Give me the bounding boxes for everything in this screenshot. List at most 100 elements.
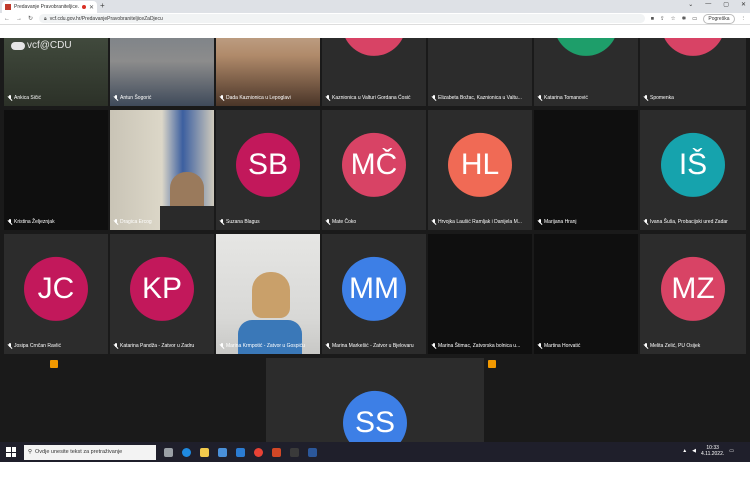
muted-mic-icon — [220, 95, 224, 101]
store-icon[interactable] — [218, 447, 227, 457]
video-conference-grid: Ankica Sičić Antun Šogorić Dada Kaznioni… — [0, 38, 750, 462]
lock-icon: 🔒︎ — [44, 15, 47, 22]
muted-mic-icon — [220, 343, 224, 349]
muted-mic-icon — [432, 95, 436, 101]
clock[interactable]: 10:33 4.11.2022. — [701, 445, 724, 457]
tab-title: Predavanje Pravobraniteljice... — [14, 4, 79, 10]
chrome-icon[interactable] — [254, 447, 263, 457]
participant-avatar — [554, 38, 618, 56]
muted-mic-icon — [644, 343, 648, 349]
sidebar-icon[interactable]: ▭ — [692, 16, 697, 22]
participant-tile[interactable]: Marina Štimac, Zatvorska bolnica u... — [428, 234, 532, 354]
network-icon[interactable]: ▲ — [682, 448, 687, 454]
participant-name-bar: Suzana Blagus — [220, 219, 260, 225]
muted-mic-icon — [8, 95, 12, 101]
forward-arrow-icon[interactable]: → — [16, 16, 22, 22]
participant-tile[interactable]: MČ Mate Čoko — [322, 110, 426, 230]
participant-name-bar: Katarina Pandža - Zatvor u Zadru — [114, 343, 194, 349]
participant-tile[interactable]: HL Hrvojka Laušić Ramljak i Danijela M..… — [428, 110, 532, 230]
app-icon[interactable] — [290, 447, 299, 457]
participant-tile[interactable]: Marina Krmpotić - Zatvor u Gospiću — [216, 234, 320, 354]
clock-date: 4.11.2022. — [701, 451, 725, 457]
participant-tile[interactable]: MM Marina Markešić - Zatvor u Bjelovaru — [322, 234, 426, 354]
participant-tile[interactable]: MZ Melita Zelić, PU Osijek — [640, 234, 746, 354]
person-shirt — [160, 206, 214, 230]
participant-avatar: MZ — [661, 256, 725, 321]
minimize-button[interactable]: — — [705, 1, 711, 8]
muted-mic-icon — [432, 343, 436, 349]
close-tab-icon[interactable]: ✕ — [89, 4, 94, 11]
menu-icon[interactable]: ⋮ — [741, 16, 747, 22]
task-view-icon[interactable] — [164, 447, 173, 457]
participant-name-bar: Melita Zelić, PU Osijek — [644, 343, 700, 349]
file-explorer-icon[interactable] — [200, 447, 209, 457]
participant-name-bar: Ankica Sičić — [8, 95, 41, 101]
recording-indicator-icon — [81, 5, 86, 9]
start-button[interactable] — [4, 445, 18, 459]
edge-icon[interactable] — [182, 447, 191, 457]
search-icon: ⚲ — [28, 449, 33, 455]
person-silhouette — [252, 272, 290, 318]
participant-tile[interactable]: IŠ Ivana Šuša, Probacijski ured Zadar — [640, 110, 746, 230]
participant-tile[interactable]: Spomenka — [640, 38, 746, 106]
mail-icon[interactable] — [236, 447, 245, 457]
muted-mic-icon — [432, 219, 436, 225]
vcf-watermark: vcf@CDU — [11, 40, 72, 51]
site-favicon-icon — [5, 4, 11, 10]
windows-logo-icon — [6, 447, 11, 452]
participant-avatar: KP — [130, 256, 194, 321]
notifications-icon[interactable]: ▭ — [729, 448, 734, 454]
participant-tile[interactable]: Marijana Hranj — [534, 110, 638, 230]
profile-button[interactable]: Pogreška — [703, 13, 735, 24]
participant-tile[interactable]: Elizabeta Božac, Kaznionica u Valtu... — [428, 38, 532, 106]
muted-mic-icon — [326, 219, 330, 225]
participant-avatar: MČ — [342, 132, 406, 197]
address-bar[interactable]: 🔒︎ vcf.cdu.gov.hr/PredavanjePravobranite… — [39, 14, 645, 23]
muted-mic-icon — [538, 219, 542, 225]
participant-tile[interactable]: SB Suzana Blagus — [216, 110, 320, 230]
search-placeholder: Ovdje unesite tekst za pretraživanje — [35, 449, 123, 455]
maximize-button[interactable]: ▢ — [723, 1, 729, 8]
browser-tab-bar: Predavanje Pravobraniteljice... ✕ + ⌄ — … — [0, 0, 750, 13]
extensions-icon[interactable]: ✱ — [682, 16, 687, 22]
address-toolbar: ← → ↻ 🔒︎ vcf.cdu.gov.hr/PredavanjePravob… — [0, 13, 750, 25]
taskbar-search-box[interactable]: ⚲ Ovdje unesite tekst za pretraživanje — [24, 444, 156, 460]
participant-tile[interactable]: Dragica Ercog — [110, 110, 214, 230]
star-icon[interactable]: ☆ — [671, 16, 676, 22]
participant-name-bar: Josipa Crnčan Ravlić — [8, 343, 61, 349]
participant-tile[interactable]: Kristina Željeznjak — [4, 110, 108, 230]
participant-tile[interactable]: Katarina Tomanović — [534, 38, 638, 106]
tab-search-icon[interactable]: ⌄ — [688, 1, 693, 8]
word-icon[interactable] — [308, 447, 317, 457]
participant-avatar: IŠ — [661, 132, 725, 197]
participant-avatar — [342, 38, 406, 56]
participant-tile[interactable]: Antun Šogorić — [110, 38, 214, 106]
muted-mic-icon — [538, 343, 542, 349]
back-arrow-icon[interactable]: ← — [4, 16, 10, 22]
muted-mic-icon — [326, 95, 330, 101]
speaker-icon[interactable]: ◀ — [692, 448, 696, 454]
participant-tile[interactable]: JC Josipa Crnčan Ravlić — [4, 234, 108, 354]
speaking-indicator-icon — [488, 360, 496, 368]
powerpoint-icon[interactable] — [272, 447, 281, 457]
participant-tile[interactable]: Martina Horvatić — [534, 234, 638, 354]
share-icon[interactable]: ⇪ — [660, 16, 665, 22]
close-window-button[interactable]: ✕ — [741, 1, 746, 8]
camera-icon[interactable]: ■ — [651, 16, 654, 22]
participant-avatar — [661, 38, 725, 56]
participant-tile[interactable]: Kaznionica u Valturi Gordana Ćosić — [322, 38, 426, 106]
cloud-logo-icon — [11, 41, 25, 50]
muted-mic-icon — [8, 219, 12, 225]
participant-name-bar: Marina Štimac, Zatvorska bolnica u... — [432, 343, 520, 349]
taskbar-pinned-apps — [164, 447, 317, 457]
reload-icon[interactable]: ↻ — [28, 15, 33, 22]
new-tab-button[interactable]: + — [100, 1, 105, 10]
muted-mic-icon — [114, 343, 118, 349]
participant-name-bar: Antun Šogorić — [114, 95, 151, 101]
window-controls: ⌄ — ▢ ✕ — [688, 1, 746, 8]
participant-name-bar: Marina Markešić - Zatvor u Bjelovaru — [326, 343, 414, 349]
participant-name-bar: Katarina Tomanović — [538, 95, 588, 101]
browser-tab[interactable]: Predavanje Pravobraniteljice... ✕ — [2, 1, 97, 13]
participant-tile[interactable]: Dada Kaznionica u Lepoglavi — [216, 38, 320, 106]
participant-tile[interactable]: KP Katarina Pandža - Zatvor u Zadru — [110, 234, 214, 354]
